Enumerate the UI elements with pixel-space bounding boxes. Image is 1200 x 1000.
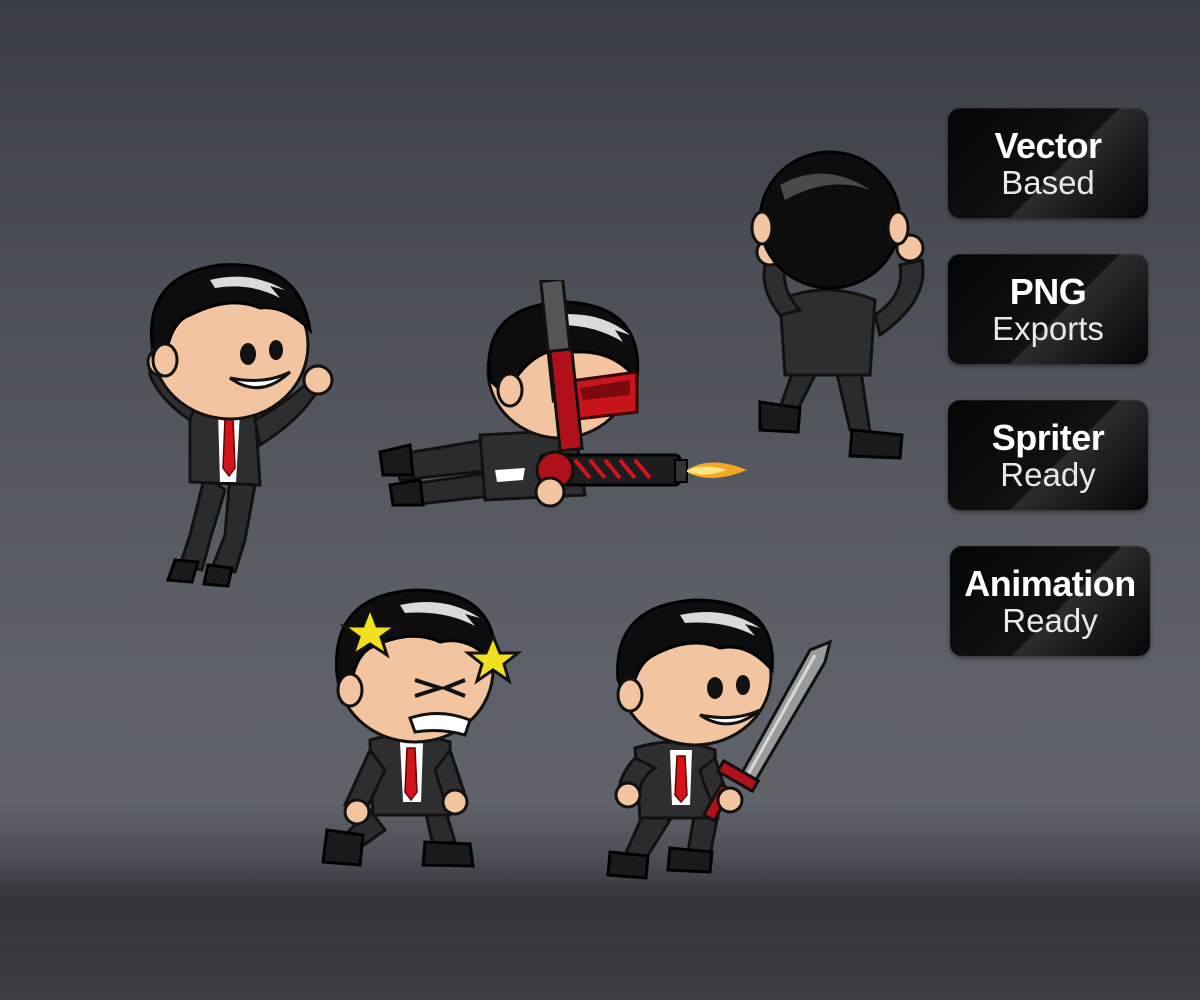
- badge-title: Animation: [964, 562, 1136, 604]
- badge-title: Spriter: [991, 416, 1105, 458]
- badge-subtitle: Based: [1001, 163, 1095, 201]
- character-stunned: [321, 588, 523, 868]
- badge-subtitle: Ready: [1002, 601, 1098, 639]
- badge-subtitle: Exports: [992, 309, 1104, 347]
- badge-title: PNG: [1009, 270, 1087, 312]
- badge-spriter-ready: Spriter Ready: [948, 400, 1148, 510]
- badge-animation-ready: Animation Ready: [950, 546, 1150, 656]
- badge-subtitle: Ready: [1000, 455, 1096, 493]
- character-sword-walking: [606, 598, 833, 880]
- character-back-view: [750, 150, 925, 460]
- sprite-sheet-preview: Vector Based PNG Exports Spriter Ready A…: [0, 0, 1200, 1000]
- badge-title: Vector: [994, 124, 1102, 166]
- character-flying-shooting: [378, 280, 747, 508]
- badge-vector-based: Vector Based: [948, 108, 1148, 218]
- badge-png-exports: PNG Exports: [948, 254, 1148, 364]
- character-jumping: [146, 263, 334, 588]
